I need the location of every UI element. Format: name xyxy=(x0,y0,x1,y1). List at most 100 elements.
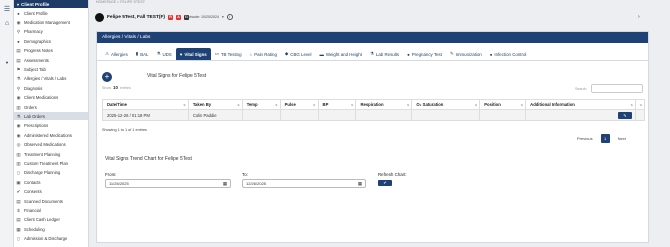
show-label: Show xyxy=(102,85,111,90)
table-row[interactable]: 2025-12-26 / 01:18 PM Colin Paddie ✎ xyxy=(102,109,646,121)
sidebar-item-client-medications[interactable]: ◉ Client Medications xyxy=(13,94,88,102)
column-header[interactable]: Date/Time ⇅ xyxy=(102,99,189,110)
to-date-input[interactable]: 12/26/2025 ▦ xyxy=(242,179,366,188)
column-header[interactable]: BP ⇅ xyxy=(317,99,357,110)
sidebar-item-allergies-vitals-labs[interactable]: ⚗ Allergies / Vitals / Labs xyxy=(13,75,88,83)
tab-allergies[interactable]: ⚠ Allergies xyxy=(101,48,132,60)
info-icon[interactable]: i xyxy=(226,14,233,20)
calendar-icon[interactable]: ▦ xyxy=(223,180,227,188)
table-cell xyxy=(355,109,413,121)
sidebar-item-progress-notes[interactable]: ▤ Progress Notes xyxy=(13,47,88,55)
gutter-icon[interactable]: • xyxy=(3,60,11,68)
sidebar-item-lab-orders[interactable]: ⚗ Lab Orders xyxy=(13,112,88,121)
column-header-label: Taken By xyxy=(192,102,212,107)
sidebar-item-treatment-planning[interactable]: ▥ Treatment Planning xyxy=(13,150,88,158)
chevron-right-icon[interactable]: › xyxy=(638,14,640,20)
sidebar-item-pharmacy[interactable]: ⚲ Pharmacy xyxy=(13,28,88,36)
column-header[interactable]: Respiration ⇅ xyxy=(355,99,413,110)
tab-lab-results[interactable]: ⚗ Lab Results xyxy=(366,48,403,60)
sidebar-item-diagnosis[interactable]: ⚲ Diagnosis xyxy=(13,84,88,92)
sort-icon[interactable]: ⇅ xyxy=(313,103,316,107)
panel-header: Allergies / Vitals / Labs xyxy=(97,32,648,43)
sidebar-item-client-cash-ledger[interactable]: ▤ Client Cash Ledger xyxy=(13,216,88,224)
sidebar-item-consents[interactable]: ✔ Consents xyxy=(13,188,88,196)
home-icon[interactable]: ⌂ xyxy=(3,20,11,28)
sidebar-item-financial[interactable]: $ Financial xyxy=(13,206,88,214)
sidebar-item-observed-medications[interactable]: ◎ Observed Medications xyxy=(13,141,88,149)
status-badge: R xyxy=(168,14,174,20)
tab-vital-signs[interactable]: ♥ Vital Signs xyxy=(175,48,211,60)
from-date-input[interactable]: 11/26/2025 ▦ xyxy=(105,179,231,188)
table-cell: Colin Paddie xyxy=(187,109,243,121)
status-badge: A xyxy=(176,14,182,20)
tab-uds[interactable]: ⚗ UDS xyxy=(153,48,176,60)
sidebar-header[interactable]: ▾ Client Profile xyxy=(14,0,88,8)
calendar-icon[interactable]: ▦ xyxy=(358,180,362,188)
sort-icon[interactable]: ⇅ xyxy=(351,103,354,107)
sidebar-item-label: Pharmacy xyxy=(24,29,43,35)
column-header[interactable]: O₂ Saturation ⇅ xyxy=(411,99,481,110)
sort-icon[interactable]: ⇅ xyxy=(407,103,410,107)
column-header[interactable]: Taken By ⇅ xyxy=(187,99,243,110)
tab-infection-control[interactable]: ● Infection Control xyxy=(486,48,531,60)
flask-icon: ⚗ xyxy=(16,76,21,82)
avatar xyxy=(95,12,104,22)
column-header[interactable]: Temp ⇅ xyxy=(241,99,281,110)
sidebar-item-scanned-documents[interactable]: ▤ Scanned Documents xyxy=(13,197,88,205)
breadcrumb[interactable]: HOMEPAGE > FELIPE STEST xyxy=(96,0,145,4)
sort-icon[interactable]: ⇅ xyxy=(475,103,478,107)
table-cell xyxy=(634,109,646,121)
sort-icon[interactable]: ⇅ xyxy=(183,103,186,107)
sidebar-item-discharge-planning[interactable]: ▯ Discharge Planning xyxy=(13,169,88,177)
patient-name[interactable]: Felipe 5Test, Fall TEST(F) xyxy=(107,15,165,20)
tab-tb-testing[interactable]: ▭ TB Testing xyxy=(211,48,246,60)
sidebar-item-admission-discharge[interactable]: ▯ Admission & Discharge xyxy=(13,235,88,243)
tab-cbg-level[interactable]: ◆ CBG Level xyxy=(281,48,316,60)
tab-label: Pain Rating xyxy=(254,51,277,57)
column-header[interactable]: ⇅ xyxy=(634,99,646,110)
tab-label: Infection Control xyxy=(494,51,527,57)
entries-selector[interactable]: Show 10 entries xyxy=(102,85,131,90)
episode-selector[interactable]: Episode: 10/20/2024 ▾ i xyxy=(186,14,233,20)
tab-immunization[interactable]: ✎ Immunization xyxy=(446,48,486,60)
sidebar-item-prescriptions[interactable]: ◉ Prescriptions xyxy=(13,122,88,130)
sidebar-item-assessments[interactable]: ▤ Assessments xyxy=(13,56,88,64)
clipboard-icon: ▥ xyxy=(16,160,21,166)
sidebar-item-label: Assessments xyxy=(24,57,49,63)
tab-pain-rating[interactable]: ○ Pain Rating xyxy=(246,48,281,60)
search-input[interactable] xyxy=(591,84,643,93)
tab-pregnancy-test[interactable]: ● Pregnancy Test xyxy=(403,48,446,60)
sidebar-item-administered-medications[interactable]: ◉ Administered Medications xyxy=(13,131,88,139)
tab-weight-and-height[interactable]: ▬ Weight and Height xyxy=(316,48,366,60)
sort-icon[interactable]: ⇅ xyxy=(275,103,278,107)
sort-icon[interactable]: ⇅ xyxy=(639,103,642,107)
sidebar-item-demographics[interactable]: ● Demographics xyxy=(13,37,88,45)
person-icon: ● xyxy=(17,38,20,44)
page-1-button[interactable]: 1 xyxy=(600,134,610,143)
sort-icon[interactable]: ⇅ xyxy=(237,103,240,107)
column-header[interactable]: Pulse ⇅ xyxy=(279,99,319,110)
sidebar-item-subject-tab[interactable]: ⚑ Subject Tab xyxy=(13,65,88,73)
section-title: Vital Signs for Felipe 5Test xyxy=(147,73,207,79)
sidebar-item-scheduling[interactable]: ▦ Scheduling xyxy=(13,225,88,233)
add-vital-button[interactable]: + xyxy=(102,72,112,82)
column-header[interactable]: Additional Information ⇅ xyxy=(525,99,636,110)
sidebar-item-client-profile[interactable]: ● Client Profile xyxy=(13,9,88,17)
sidebar-item-contacts[interactable]: ▣ Contacts xyxy=(13,178,88,186)
sort-icon[interactable]: ⇅ xyxy=(630,103,633,107)
sidebar-item-orders[interactable]: ▥ Orders xyxy=(13,103,88,111)
edit-button[interactable]: ✎ xyxy=(617,111,632,119)
sort-icon[interactable]: ⇅ xyxy=(521,103,524,107)
tab-bal[interactable]: ▮ BAL xyxy=(132,48,153,60)
previous-button[interactable]: Previous xyxy=(573,134,597,143)
menu-icon[interactable]: ☰ xyxy=(3,6,11,14)
sidebar-item-custom-treatment-plan[interactable]: ▥ Custom Treatment Plan xyxy=(13,159,88,167)
column-header[interactable]: Position ⇅ xyxy=(479,99,527,110)
sidebar-item-label: Demographics xyxy=(24,38,51,44)
next-button[interactable]: Next xyxy=(614,134,630,143)
person-icon: ● xyxy=(489,51,493,57)
refresh-chart-button[interactable]: ✔ xyxy=(378,180,392,186)
chart-icon: ▮ xyxy=(135,51,139,56)
entries-count[interactable]: 10 xyxy=(113,85,118,90)
sidebar-item-medication-management[interactable]: ◉ Medication Management xyxy=(13,18,88,26)
